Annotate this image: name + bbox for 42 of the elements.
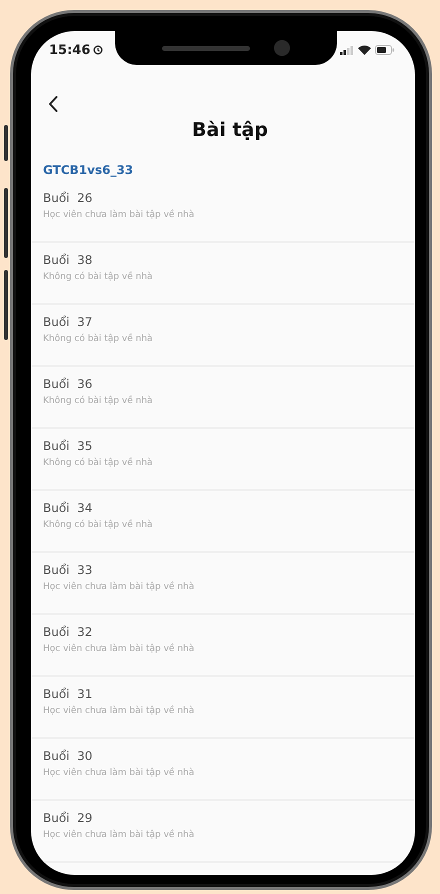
session-title: Buổi 34 [43, 501, 94, 515]
session-note: Học viên chưa làm bài tập về nhà [43, 644, 196, 654]
wifi-icon [358, 45, 371, 55]
session-item[interactable]: Buổi 30 Học viên chưa làm bài tập về nhà [31, 739, 415, 801]
battery-icon [375, 45, 395, 55]
session-note: Học viên chưa làm bài tập về nhà [43, 768, 196, 778]
session-note: Học viên chưa làm bài tập về nhà [43, 210, 196, 220]
session-title: Buổi 38 [43, 253, 94, 267]
session-title: Buổi 31 [43, 687, 94, 701]
session-item[interactable]: Buổi 32 Học viên chưa làm bài tập về nhà [31, 615, 415, 677]
back-icon [47, 95, 59, 113]
session-item[interactable]: Buổi 36 Không có bài tập về nhà [31, 367, 415, 429]
session-title: Buổi 26 [43, 191, 94, 205]
session-item[interactable]: Buổi 37 Không có bài tập về nhà [31, 305, 415, 367]
session-note: Không có bài tập về nhà [43, 272, 154, 282]
session-note: Học viên chưa làm bài tập về nhà [43, 706, 196, 716]
session-title: Buổi 35 [43, 439, 94, 453]
session-item[interactable]: Buổi 34 Không có bài tập về nhà [31, 491, 415, 553]
session-note: Không có bài tập về nhà [43, 520, 154, 530]
session-title: Buổi 32 [43, 625, 94, 639]
signal-icon [340, 46, 354, 54]
session-title: Buổi 33 [43, 563, 94, 577]
session-title: Buổi 30 [43, 749, 94, 763]
session-item[interactable]: Buổi 33 Học viên chưa làm bài tập về nhà [31, 553, 415, 615]
session-note: Học viên chưa làm bài tập về nhà [43, 830, 196, 840]
session-item[interactable]: Buổi 26 Học viên chưa làm bài tập về nhà [31, 181, 415, 243]
session-item[interactable]: Buổi 35 Không có bài tập về nhà [31, 429, 415, 491]
session-title: Buổi 37 [43, 315, 94, 329]
session-title: Buổi 36 [43, 377, 94, 391]
session-item[interactable]: Buổi 29 Học viên chưa làm bài tập về nhà [31, 801, 415, 863]
alarm-icon [93, 45, 104, 55]
session-item[interactable]: Buổi 31 Học viên chưa làm bài tập về nhà [31, 677, 415, 739]
session-note: Không có bài tập về nhà [43, 396, 154, 406]
session-note: Học viên chưa làm bài tập về nhà [43, 582, 196, 592]
camera-dot [274, 40, 290, 56]
status-time: 15:46 [49, 42, 90, 58]
session-note: Không có bài tập về nhà [43, 458, 154, 468]
class-code: GTCB1vs6_33 [43, 163, 134, 177]
session-title: Buổi 29 [43, 811, 94, 825]
page-title: Bài tập [191, 119, 269, 141]
session-note: Không có bài tập về nhà [43, 334, 154, 344]
session-item[interactable]: Buổi 38 Không có bài tập về nhà [31, 243, 415, 305]
